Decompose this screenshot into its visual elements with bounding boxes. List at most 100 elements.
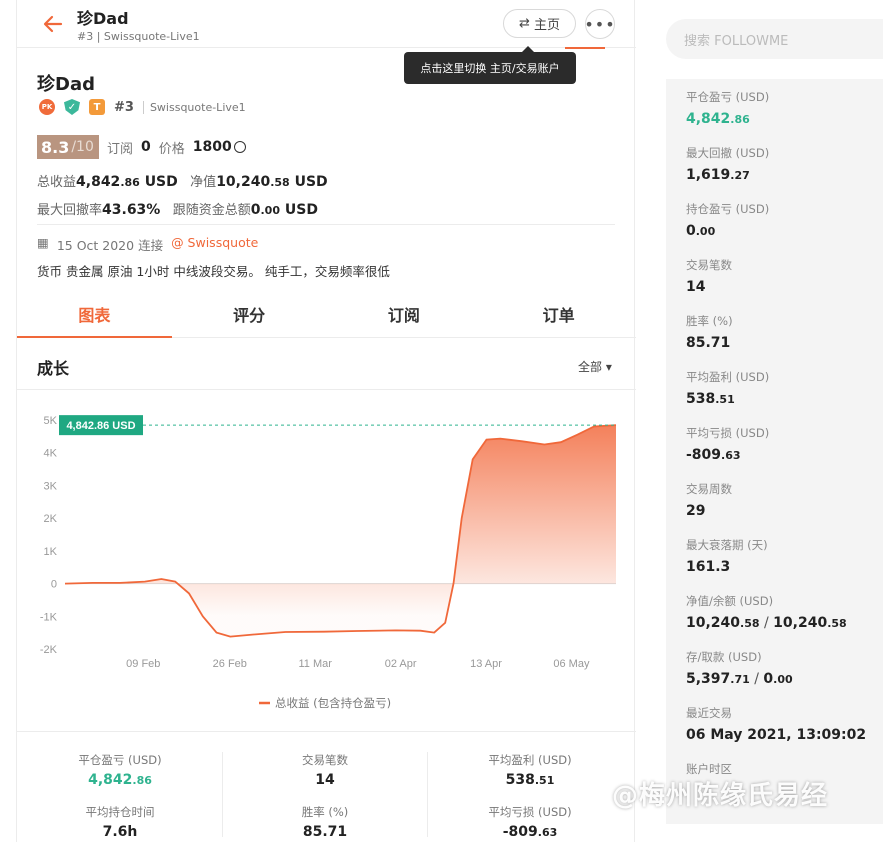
follow-int: 0 bbox=[250, 202, 261, 218]
side-stat-value: 4,842.86 bbox=[686, 111, 769, 127]
side-stat-dec2: .00 bbox=[773, 673, 793, 686]
more-dots-icon: ••• bbox=[584, 14, 616, 34]
score-max: /10 bbox=[71, 139, 94, 155]
right-sidebar: 搜索 FOLLOWME 平仓盈亏 (USD) 4,842.86 最大回撤 (USD)… bbox=[652, 0, 883, 842]
x-tick-label: 13 Apr bbox=[470, 658, 502, 670]
stat-int: 85.71 bbox=[302, 824, 348, 840]
trader-panel: 珍Dad #3 | Swissquote-Live1 ⇄ 主页 ••• 点击这里… bbox=[16, 0, 636, 842]
badge-row: PK ✓ T #3 Swissquote-Live1 bbox=[39, 99, 246, 115]
y-tick-label: 2K bbox=[44, 513, 58, 525]
side-stat-item: 平均亏损 (USD) -809.63 bbox=[686, 425, 769, 463]
calendar-icon: ▦ bbox=[37, 235, 49, 250]
stat-trades: 交易笔数 14 bbox=[230, 752, 420, 788]
side-stat-item: 最近交易 06 May 2021, 13:09:02 bbox=[686, 705, 866, 743]
side-stat-main: 538 bbox=[686, 391, 716, 407]
home-switch-button[interactable]: ⇄ 主页 bbox=[503, 9, 576, 38]
side-stat-label: 平均亏损 (USD) bbox=[686, 426, 770, 440]
stat-value: 85.71 bbox=[230, 824, 420, 840]
price-value: 1800 bbox=[192, 139, 232, 155]
range-filter-dropdown[interactable]: 全部 ▾ bbox=[578, 358, 612, 375]
total-dec: .86 bbox=[120, 176, 140, 189]
side-stat-main2: 0 bbox=[763, 671, 774, 687]
y-tick-label: 3K bbox=[44, 480, 58, 492]
broker-label: Swissquote-Live1 bbox=[142, 100, 246, 114]
side-stat-label: 胜率 (%) bbox=[686, 314, 733, 328]
side-stat-label: 最近交易 bbox=[686, 706, 732, 720]
total-unit: USD bbox=[144, 174, 178, 190]
side-stat-label: 交易周数 bbox=[686, 482, 732, 496]
tab-subscribe[interactable]: 订阅 bbox=[327, 290, 482, 337]
side-stat-label: 交易笔数 bbox=[686, 258, 732, 272]
stats-separator bbox=[222, 752, 223, 837]
total-label: 总收益 bbox=[37, 175, 77, 190]
side-stat-dec: .51 bbox=[715, 393, 735, 406]
side-stat-dec: .86 bbox=[730, 113, 750, 126]
tab-orders[interactable]: 订单 bbox=[481, 290, 636, 337]
side-stat-item: 持仓盈亏 (USD) 0.00 bbox=[686, 201, 769, 239]
dd-label: 最大回撤率 bbox=[37, 203, 103, 218]
more-button[interactable]: ••• bbox=[584, 9, 616, 39]
follow-dec: .00 bbox=[260, 204, 281, 217]
equity-int: 10,240 bbox=[216, 174, 271, 190]
y-tick-label: 1K bbox=[44, 546, 58, 558]
y-tick-label: -1K bbox=[40, 611, 58, 623]
stats-separator bbox=[427, 752, 428, 837]
current-value-label: 4,842.86 USD bbox=[66, 420, 135, 432]
watermark: @梅州陈缘氏易经 bbox=[612, 781, 829, 811]
side-stat-main2: 10,240 bbox=[773, 615, 828, 631]
equity-dec: .58 bbox=[270, 176, 290, 189]
pk-flame-icon: PK bbox=[39, 99, 55, 115]
stat-int: 7.6h bbox=[102, 824, 138, 840]
y-tick-label: 4K bbox=[44, 448, 58, 460]
side-stat-dec2: .58 bbox=[827, 617, 847, 630]
side-stat-value: 14 bbox=[686, 279, 732, 295]
broker-link[interactable]: @ Swissquote bbox=[171, 235, 258, 254]
tab-chart[interactable]: 图表 bbox=[17, 290, 172, 338]
equity-label: 净值 bbox=[190, 175, 217, 190]
side-stat-label: 最大衰落期 (天) bbox=[686, 538, 768, 552]
header-accent-line bbox=[565, 47, 605, 49]
stat-dec: .86 bbox=[132, 774, 152, 787]
stat-avg-hold: 平均持仓时间 7.6h bbox=[25, 804, 215, 840]
side-stat-dec: .58 bbox=[740, 617, 760, 630]
side-stat-main: 85.71 bbox=[686, 335, 731, 351]
side-stat-item: 存/取款 (USD) 5,397.71 / 0.00 bbox=[686, 649, 793, 687]
growth-chart-svg: 5K 4K 3K 2K 1K 0 -1K -2K 09 Feb 26 Feb 11 Mar 02 Ap… bbox=[40, 415, 617, 710]
side-stat-main: 10,240 bbox=[686, 615, 741, 631]
verified-shield-icon: ✓ bbox=[64, 99, 80, 115]
side-stat-label: 平仓盈亏 (USD) bbox=[686, 90, 770, 104]
side-stat-main: 0 bbox=[686, 223, 696, 239]
header-broker: Swissquote-Live1 bbox=[103, 30, 200, 43]
stat-int: 538 bbox=[505, 772, 535, 788]
back-arrow-icon[interactable] bbox=[41, 12, 65, 36]
side-stat-label: 平均盈利 (USD) bbox=[686, 370, 770, 384]
subs-label: 订阅 bbox=[107, 141, 134, 157]
dd-value: 43.63% bbox=[102, 202, 161, 218]
coin-icon bbox=[233, 141, 246, 153]
growth-title: 成长 bbox=[37, 359, 70, 378]
score-value: 8.3 bbox=[41, 137, 70, 157]
side-stat-main: 29 bbox=[686, 503, 706, 519]
y-tick-label: 5K bbox=[44, 415, 58, 427]
x-tick-label: 09 Feb bbox=[126, 658, 160, 670]
search-input[interactable]: 搜索 FOLLOWME bbox=[666, 19, 883, 59]
x-tick-label: 26 Feb bbox=[213, 658, 247, 670]
side-stat-value: 85.71 bbox=[686, 335, 733, 351]
stat-dec: .51 bbox=[534, 774, 555, 787]
side-stat-value: -809.63 bbox=[686, 447, 769, 463]
side-stat-item: 交易周数 29 bbox=[686, 481, 732, 519]
side-stat-main: 5,397 bbox=[686, 671, 731, 687]
x-tick-label: 11 Mar bbox=[299, 658, 333, 670]
side-stat-value: 0.00 bbox=[686, 223, 769, 239]
stat-label: 交易笔数 bbox=[302, 753, 348, 767]
side-stat-label: 持仓盈亏 (USD) bbox=[686, 202, 770, 216]
tab-bar: 图表 评分 订阅 订单 bbox=[17, 290, 636, 338]
side-stat-dec: .63 bbox=[721, 449, 741, 462]
tab-rating[interactable]: 评分 bbox=[172, 290, 327, 337]
stat-value: -809.63 bbox=[435, 824, 625, 840]
stat-avg-profit: 平均盈利 (USD) 538.51 bbox=[435, 752, 625, 788]
x-tick-label: 06 May bbox=[553, 658, 590, 670]
connect-row: ▦ 15 Oct 2020 连接 @ Swissquote bbox=[37, 235, 258, 254]
side-stat-value: 06 May 2021, 13:09:02 bbox=[686, 727, 866, 743]
total-int: 4,842 bbox=[76, 174, 121, 190]
